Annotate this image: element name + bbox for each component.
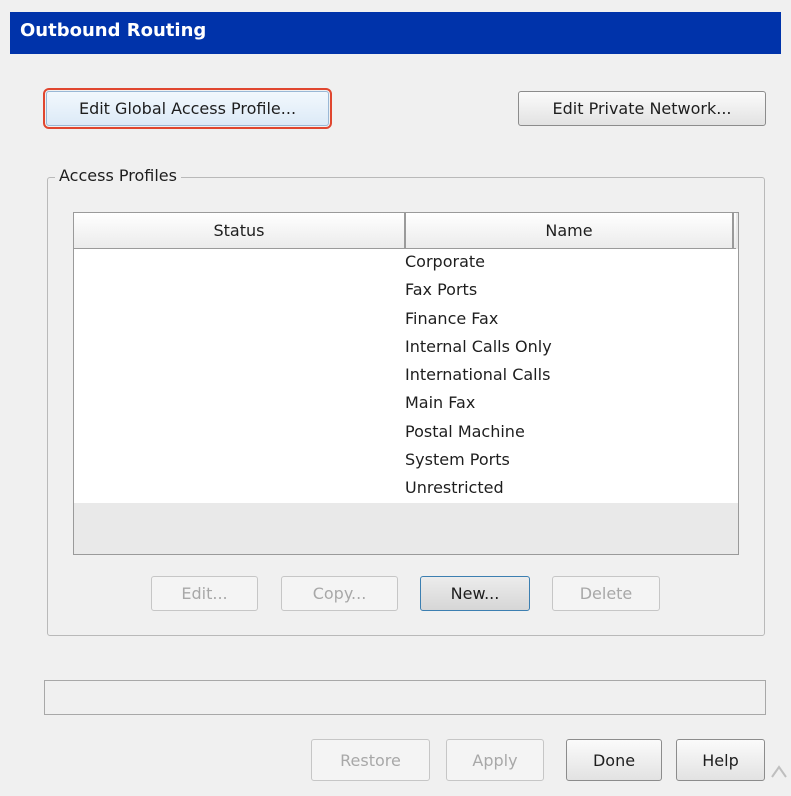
table-row[interactable]: System Ports <box>74 447 738 475</box>
profile-name: Finance Fax <box>405 308 499 328</box>
edit-private-network-button[interactable]: Edit Private Network... <box>518 91 766 126</box>
restore-button[interactable]: Restore <box>311 739 430 781</box>
column-header-status[interactable]: Status <box>74 213 406 248</box>
profile-name: Corporate <box>405 252 485 271</box>
new-profile-button[interactable]: New... <box>420 576 530 611</box>
table-row[interactable]: Postal Machine <box>74 419 738 447</box>
edit-global-access-profile-button[interactable]: Edit Global Access Profile... <box>43 88 332 129</box>
help-button[interactable]: Help <box>676 739 765 781</box>
table-row[interactable]: Unrestricted <box>74 475 738 503</box>
window-title: Outbound Routing <box>10 12 781 54</box>
profile-name: Main Fax <box>405 393 476 413</box>
column-header-name[interactable]: Name <box>406 213 734 248</box>
table-row[interactable]: Main Fax <box>74 390 738 418</box>
status-field <box>44 680 766 715</box>
table-row[interactable]: Corporate <box>74 249 738 277</box>
table-body: Corporate Fax Ports Finance Fax Internal… <box>74 249 738 503</box>
profile-name: Fax Ports <box>405 280 478 300</box>
profile-name: Postal Machine <box>405 421 525 441</box>
access-profiles-legend: Access Profiles <box>55 166 181 185</box>
profile-name: Unrestricted <box>405 478 504 498</box>
table-row[interactable]: International Calls <box>74 362 738 390</box>
access-profiles-table[interactable]: Status Name Corporate Fax Ports Finance … <box>73 212 739 555</box>
profile-name: Internal Calls Only <box>405 336 552 356</box>
watermark-arrow-icon <box>771 765 787 778</box>
table-row[interactable]: Finance Fax <box>74 306 738 334</box>
profile-name: System Ports <box>405 450 510 470</box>
profile-name: International Calls <box>405 365 551 385</box>
table-row[interactable]: Internal Calls Only <box>74 334 738 362</box>
apply-button[interactable]: Apply <box>446 739 544 781</box>
edit-profile-button[interactable]: Edit... <box>151 576 258 611</box>
table-row[interactable]: Fax Ports <box>74 277 738 305</box>
table-header: Status Name <box>74 213 736 249</box>
done-button[interactable]: Done <box>566 739 662 781</box>
delete-profile-button[interactable]: Delete <box>552 576 660 611</box>
copy-profile-button[interactable]: Copy... <box>281 576 398 611</box>
